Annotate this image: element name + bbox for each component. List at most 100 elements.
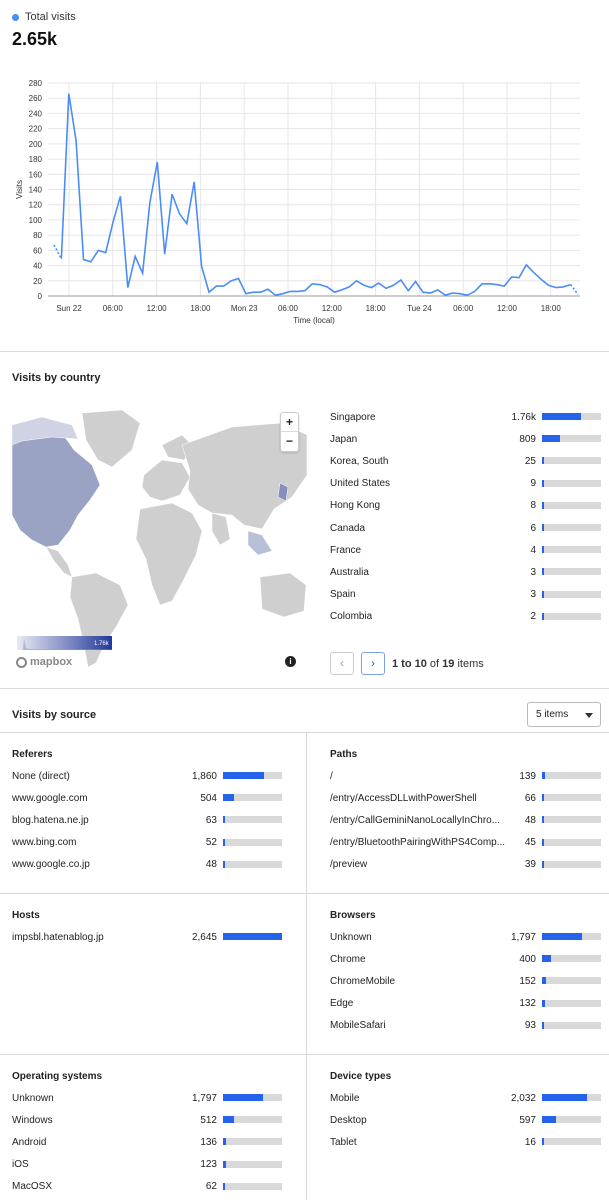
country-share-bar — [542, 612, 601, 620]
pager-next-button[interactable]: › — [361, 652, 385, 675]
source-label: Desktop — [330, 1114, 367, 1126]
visits-line-chart: 0 20 40 60 80 100 120 140 160 180 200 220 240 260 280 S… — [15, 79, 580, 325]
country-row[interactable]: Singapore 1.76k — [330, 409, 601, 425]
country-share-bar — [542, 590, 601, 598]
source-row[interactable]: / 139 — [330, 768, 601, 784]
source-share-bar — [542, 977, 601, 985]
zoom-in-button[interactable]: + — [281, 413, 298, 432]
source-row[interactable]: impsbl.hatenablog.jp 2,645 — [12, 929, 283, 945]
source-row[interactable]: Unknown 1,797 — [12, 1090, 283, 1106]
source-row[interactable]: www.google.com 504 — [12, 790, 283, 806]
country-row[interactable]: Spain 3 — [330, 587, 601, 603]
y-tick-label: 60 — [33, 246, 42, 255]
map-india — [211, 512, 231, 546]
pager-prev-button[interactable]: ‹ — [330, 652, 354, 675]
source-value: 2,032 — [510, 1092, 536, 1104]
source-share-bar — [223, 816, 282, 824]
mapbox-logo[interactable]: mapbox — [16, 656, 72, 668]
source-share-bar — [542, 1021, 601, 1029]
country-row[interactable]: United States 9 — [330, 476, 601, 492]
source-row[interactable]: /entry/BluetoothPairingWithPS4Comp... 45 — [330, 835, 601, 851]
country-row[interactable]: Australia 3 — [330, 564, 601, 580]
pager-range: 1 to 10 — [392, 658, 427, 670]
panel-title: Device types — [330, 1071, 392, 1082]
source-row[interactable]: www.bing.com 52 — [12, 835, 283, 851]
source-row[interactable]: iOS 123 — [12, 1157, 283, 1173]
source-value: 45 — [524, 837, 536, 849]
x-tick-label: Mon 23 — [231, 304, 258, 313]
country-name: Canada — [330, 522, 366, 534]
map-scale-max-label: 1.76k — [94, 641, 109, 647]
source-label: Chrome — [330, 953, 366, 965]
legend-label: Total visits — [25, 11, 76, 23]
source-row[interactable]: MobileSafari 93 — [330, 1018, 601, 1034]
country-row[interactable]: France 4 — [330, 542, 601, 558]
source-row[interactable]: Desktop 597 — [330, 1112, 601, 1128]
y-tick-label: 100 — [29, 216, 43, 225]
country-share-bar — [542, 568, 601, 576]
country-value: 25 — [524, 455, 536, 467]
country-row[interactable]: Canada 6 — [330, 520, 601, 536]
country-row[interactable]: Japan 809 — [330, 431, 601, 447]
chart-legend: Total visits — [12, 11, 76, 23]
x-tick-label: 06:00 — [103, 304, 124, 313]
source-share-bar — [542, 860, 601, 868]
source-label: /entry/CallGeminiNanoLocallyInChro... — [330, 814, 501, 826]
source-row[interactable]: Android 136 — [12, 1134, 283, 1150]
zoom-out-button[interactable]: − — [281, 432, 298, 451]
source-share-bar — [542, 816, 601, 824]
items-per-page-select[interactable]: 5 items — [527, 702, 601, 727]
source-row[interactable]: blog.hatena.ne.jp 63 — [12, 812, 283, 828]
panel-title: Browsers — [330, 910, 376, 921]
source-label: Edge — [330, 998, 354, 1010]
source-share-bar — [223, 1094, 282, 1101]
country-name: Singapore — [330, 411, 376, 423]
source-share-bar — [223, 772, 282, 779]
source-label: Android — [12, 1136, 47, 1148]
map-north-america — [12, 426, 101, 548]
source-share-bar — [223, 794, 282, 802]
pager-summary: 1 to 10 of 19 items — [392, 658, 484, 670]
source-row[interactable]: ChromeMobile 152 — [330, 973, 601, 989]
source-share-bar — [542, 838, 601, 846]
source-share-bar — [542, 1138, 601, 1146]
source-value: 152 — [519, 975, 536, 987]
source-share-bar — [223, 1116, 282, 1124]
source-row[interactable]: Tablet 16 — [330, 1134, 601, 1150]
map-africa — [135, 502, 203, 606]
source-row[interactable]: www.google.co.jp 48 — [12, 857, 283, 873]
country-row[interactable]: Colombia 2 — [330, 609, 601, 625]
country-row[interactable]: Korea, South 25 — [330, 453, 601, 469]
divider — [0, 688, 609, 689]
source-row[interactable]: Edge 132 — [330, 996, 601, 1012]
pager-suffix: items — [457, 658, 484, 670]
visits-series-end-dashed — [569, 284, 579, 295]
section-title-source: Visits by source — [12, 709, 97, 721]
map-info-icon[interactable]: i — [285, 656, 296, 667]
visits-series-start-dashed — [53, 244, 63, 260]
source-row[interactable]: /entry/CallGeminiNanoLocallyInChro... 48 — [330, 812, 601, 828]
source-row[interactable]: None (direct) 1,860 — [12, 768, 283, 784]
source-value: 1,797 — [510, 931, 536, 943]
source-row[interactable]: Unknown 1,797 — [330, 929, 601, 945]
source-label: None (direct) — [12, 770, 70, 782]
source-row[interactable]: Windows 512 — [12, 1112, 283, 1128]
country-name: United States — [330, 478, 391, 490]
pager-total: 19 — [442, 658, 455, 670]
y-axis-label: Visits — [15, 180, 24, 199]
y-tick-label: 160 — [29, 170, 43, 179]
source-label: / — [330, 770, 333, 782]
source-share-bar — [223, 1160, 282, 1168]
x-tick-label: 06:00 — [453, 304, 474, 313]
mapbox-logo-icon — [16, 656, 27, 668]
source-row[interactable]: /entry/AccessDLLwithPowerShell 66 — [330, 790, 601, 806]
country-share-bar — [542, 435, 601, 443]
source-row[interactable]: Chrome 400 — [330, 951, 601, 967]
source-row[interactable]: Mobile 2,032 — [330, 1090, 601, 1106]
country-share-bar — [542, 501, 601, 509]
country-row[interactable]: Hong Kong 8 — [330, 498, 601, 514]
source-row[interactable]: /preview 39 — [330, 857, 601, 873]
y-tick-label: 220 — [29, 125, 43, 134]
source-label: MobileSafari — [330, 1020, 386, 1032]
source-row[interactable]: MacOSX 62 — [12, 1179, 283, 1195]
